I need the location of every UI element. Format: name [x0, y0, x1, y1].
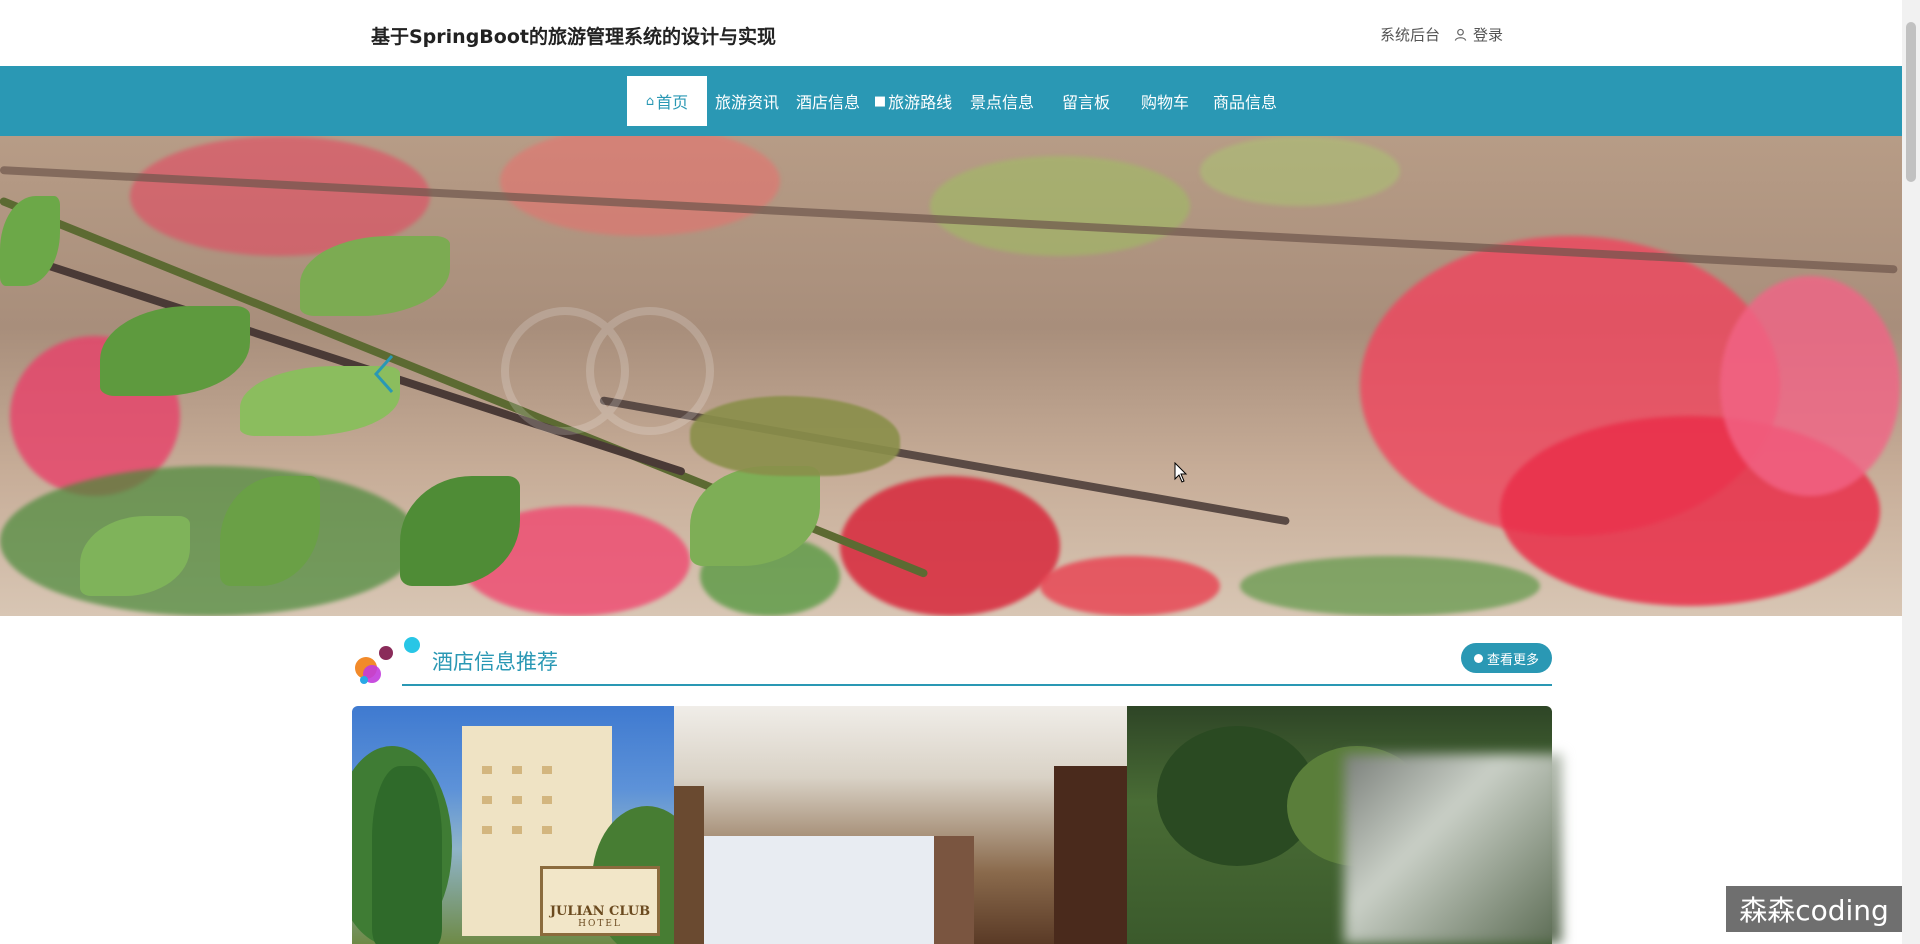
- nav-item-routes[interactable]: ■ 旅游路线: [869, 76, 957, 126]
- bubbles-icon: [355, 637, 420, 684]
- nav-item-label: 首页: [656, 93, 689, 112]
- top-header: 基于SpringBoot的旅游管理系统的设计与实现 系统后台 登录: [0, 0, 1902, 66]
- flower-blob: [1040, 556, 1220, 616]
- room-curtain: [934, 836, 974, 944]
- nav-item-attractions[interactable]: 景点信息: [957, 76, 1047, 126]
- flower-blob: [1720, 276, 1900, 496]
- square-icon: ■: [873, 93, 887, 109]
- channel-watermark: 森森coding: [1726, 886, 1902, 932]
- room-wall: [674, 786, 704, 944]
- scrollbar-thumb[interactable]: [1906, 22, 1916, 182]
- nav-item-products[interactable]: 商品信息: [1205, 76, 1285, 126]
- nav-item-label: 旅游路线: [888, 93, 953, 112]
- foliage-blob: [1240, 556, 1540, 616]
- section-title: 酒店信息推荐: [432, 650, 558, 674]
- flower-blob: [500, 136, 780, 236]
- foliage-blob: [1200, 136, 1400, 206]
- nav-item-label: 旅游资讯: [715, 93, 780, 112]
- main-nav: ⌂ 首页 旅游资讯 酒店信息 ■ 旅游路线 景点信息 留言板 购物车 商品信息: [0, 66, 1902, 136]
- nav-item-cart[interactable]: 购物车: [1125, 76, 1205, 126]
- nav-item-label: 购物车: [1140, 93, 1189, 112]
- user-icon: [1454, 28, 1467, 41]
- flower-blob: [840, 476, 1060, 616]
- login-label: 登录: [1473, 26, 1504, 44]
- admin-link[interactable]: 系统后台: [1380, 24, 1440, 45]
- foliage-blob: [930, 156, 1190, 256]
- tree: [372, 766, 442, 944]
- page-scrollbar[interactable]: [1902, 0, 1920, 944]
- nav-item-travel-news[interactable]: 旅游资讯: [707, 76, 787, 126]
- nav-items: ⌂ 首页 旅游资讯 酒店信息 ■ 旅游路线 景点信息 留言板 购物车 商品信息: [627, 76, 1285, 126]
- room-window: [704, 836, 934, 944]
- nav-item-message-board[interactable]: 留言板: [1047, 76, 1125, 126]
- leaf: [100, 306, 250, 396]
- foliage-blob: [0, 466, 420, 616]
- carousel-prev-arrow[interactable]: [372, 354, 398, 394]
- nav-item-label: 商品信息: [1213, 93, 1278, 112]
- hotel-sign-name: JULIAN CLUB: [549, 904, 651, 919]
- hotel-recommend-section-header: 酒店信息推荐 查看更多: [352, 636, 1552, 686]
- view-more-button[interactable]: 查看更多: [1461, 643, 1552, 673]
- site-title: 基于SpringBoot的旅游管理系统的设计与实现: [371, 26, 776, 48]
- view-more-label: 查看更多: [1486, 652, 1539, 668]
- nav-item-hotels[interactable]: 酒店信息: [787, 76, 869, 126]
- room-wall-right: [1054, 766, 1127, 944]
- top-links: 系统后台 登录: [1380, 24, 1503, 45]
- section-divider: [402, 684, 1552, 686]
- home-icon: ⌂: [645, 93, 655, 109]
- blurred-overlay: [1344, 754, 1562, 944]
- nav-item-label: 景点信息: [969, 93, 1034, 112]
- nav-item-home[interactable]: ⌂ 首页: [627, 76, 707, 126]
- watermark-logo: [501, 307, 714, 435]
- mouse-cursor-icon: [1174, 462, 1188, 483]
- nav-item-label: 留言板: [1061, 93, 1110, 112]
- nav-item-label: 酒店信息: [795, 93, 860, 112]
- hotel-card[interactable]: [674, 706, 1127, 944]
- dot-icon: [1473, 653, 1483, 663]
- hotel-card[interactable]: JULIAN CLUB HOTEL: [352, 706, 674, 944]
- banner-carousel[interactable]: [0, 136, 1902, 616]
- leaf: [0, 196, 60, 286]
- hotel-sign-sub: HOTEL: [578, 919, 622, 929]
- hotel-sign: JULIAN CLUB HOTEL: [540, 866, 660, 936]
- login-link[interactable]: 登录: [1454, 24, 1503, 45]
